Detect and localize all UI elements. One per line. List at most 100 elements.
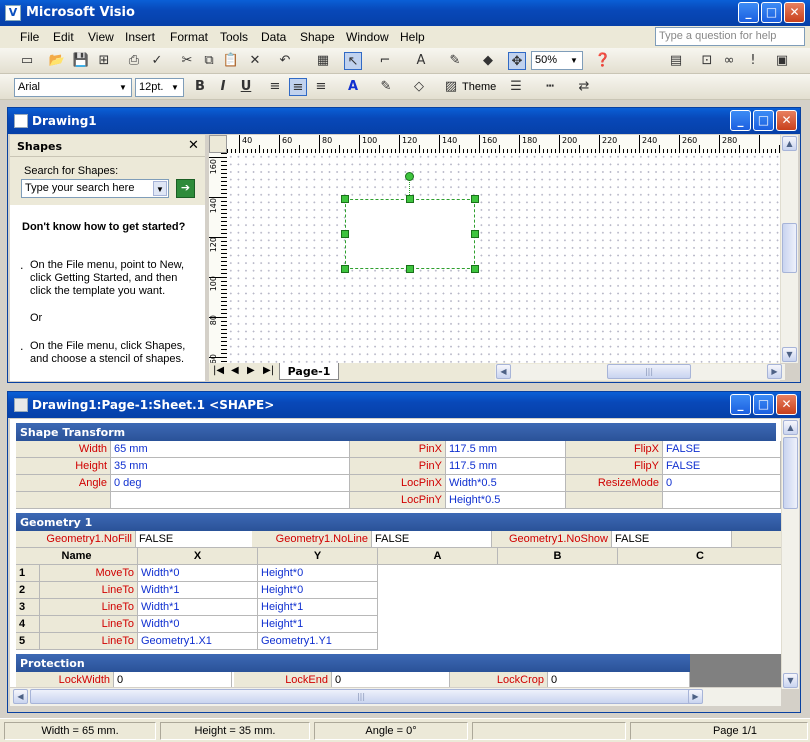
scroll-thumb[interactable] xyxy=(782,223,797,273)
cell-y[interactable]: Height*0 xyxy=(258,582,378,599)
cell-value[interactable]: FALSE xyxy=(663,441,781,458)
help-icon[interactable]: ❓ xyxy=(594,52,612,70)
selection-handle[interactable] xyxy=(406,195,414,203)
cell-value[interactable]: 35 mm xyxy=(111,458,350,475)
shape-data-icon[interactable]: ▣ xyxy=(773,52,791,70)
cell-value[interactable]: 0 xyxy=(663,475,781,492)
selection-handle[interactable] xyxy=(341,230,349,238)
new-icon[interactable]: ▭ xyxy=(18,52,36,70)
row-name[interactable]: MoveTo xyxy=(40,565,138,582)
line-tool-icon[interactable]: ✎ xyxy=(446,52,464,70)
next-page-icon[interactable]: ▶ xyxy=(247,365,255,376)
cut-icon[interactable]: ✂ xyxy=(178,52,196,70)
rotation-handle[interactable] xyxy=(405,172,414,181)
shapes-pane-close-icon[interactable]: ✕ xyxy=(188,138,199,153)
shapesheet-close-icon[interactable]: ✕ xyxy=(776,394,797,415)
selection-handle[interactable] xyxy=(471,265,479,273)
menu-insert[interactable]: Insert xyxy=(125,30,155,44)
cell-value[interactable] xyxy=(111,492,350,509)
pointer-tool-icon[interactable]: ↖ xyxy=(344,52,362,70)
cell-value[interactable]: 65 mm xyxy=(111,441,350,458)
cell-value[interactable]: Width*0.5 xyxy=(446,475,566,492)
scroll-right-icon[interactable]: ▶ xyxy=(767,364,782,379)
line-color-icon[interactable]: ✎ xyxy=(377,78,395,96)
section-geometry-1[interactable]: Geometry 1 xyxy=(16,513,781,531)
scroll-left-icon[interactable]: ◀ xyxy=(13,689,28,704)
scroll-thumb[interactable] xyxy=(783,437,798,509)
cell-value[interactable]: Height*0.5 xyxy=(446,492,566,509)
drawing-close-icon[interactable]: ✕ xyxy=(776,110,797,131)
selected-rectangle-shape[interactable] xyxy=(345,199,475,269)
menu-window[interactable]: Window xyxy=(346,30,389,44)
selection-handle[interactable] xyxy=(406,265,414,273)
minimize-icon[interactable]: _ xyxy=(738,2,759,23)
delete-icon[interactable]: ✕ xyxy=(246,52,264,70)
scroll-right-icon[interactable]: ▶ xyxy=(688,689,703,704)
link-icon[interactable]: ∞ xyxy=(720,52,738,70)
font-size-select[interactable]: 12pt. ▼ xyxy=(135,78,184,97)
shapesheet-hscroll[interactable]: ◀ ||| ▶ xyxy=(10,688,781,706)
align-center-icon[interactable]: ≡ xyxy=(289,78,307,96)
row-name[interactable]: LineTo xyxy=(40,599,138,616)
menu-data[interactable]: Data xyxy=(261,30,286,44)
row-name[interactable]: LineTo xyxy=(40,582,138,599)
paste-icon[interactable]: 📋 xyxy=(222,52,240,70)
row-name[interactable]: LineTo xyxy=(40,633,138,650)
selection-handle[interactable] xyxy=(471,195,479,203)
cell-value[interactable] xyxy=(663,492,781,509)
canvas-vscroll[interactable]: ▲ ▼ xyxy=(780,135,798,363)
bold-icon[interactable]: B xyxy=(191,78,209,96)
cell-y[interactable]: Height*1 xyxy=(258,616,378,633)
shapesheet-maximize-icon[interactable]: □ xyxy=(753,394,774,415)
scroll-left-icon[interactable]: ◀ xyxy=(496,364,511,379)
last-page-icon[interactable]: ▶| xyxy=(263,365,274,376)
prev-page-icon[interactable]: ◀ xyxy=(231,365,239,376)
scroll-down-icon[interactable]: ▼ xyxy=(783,673,798,688)
save-icon[interactable]: 💾 xyxy=(72,52,90,70)
align-right-icon[interactable]: ≡ xyxy=(312,78,330,96)
cell-value[interactable]: 0 xyxy=(548,672,690,687)
scroll-down-icon[interactable]: ▼ xyxy=(782,347,797,362)
selection-handle[interactable] xyxy=(471,230,479,238)
menu-shape[interactable]: Shape xyxy=(300,30,335,44)
task-pane-icon[interactable]: ▤ xyxy=(667,52,685,70)
selection-handle[interactable] xyxy=(341,195,349,203)
alert-icon[interactable]: ! xyxy=(744,52,762,70)
menu-help[interactable]: Help xyxy=(400,30,425,44)
font-color-icon[interactable]: A xyxy=(344,78,362,96)
cell-value[interactable]: 117.5 mm xyxy=(446,441,566,458)
line-pattern-icon[interactable]: ┅ xyxy=(541,78,559,96)
permission-icon[interactable]: ⊞ xyxy=(95,52,113,70)
selection-handle[interactable] xyxy=(341,265,349,273)
cell-value[interactable]: 0 xyxy=(332,672,450,687)
section-protection[interactable]: Protection xyxy=(16,654,690,672)
font-select[interactable]: Arial ▼ xyxy=(14,78,132,97)
fill-color-icon[interactable]: ◇ xyxy=(410,78,428,96)
cell-y[interactable]: Height*1 xyxy=(258,599,378,616)
zoom-select[interactable]: 50% ▼ xyxy=(531,51,583,70)
canvas-hscroll[interactable]: ◀ ||| ▶ xyxy=(495,364,785,380)
menu-format[interactable]: Format xyxy=(170,30,208,44)
visio-app-icon[interactable]: V xyxy=(5,5,21,21)
drawing-canvas[interactable] xyxy=(227,153,780,363)
theme-button[interactable]: Theme xyxy=(462,81,496,93)
section-shape-transform[interactable]: Shape Transform xyxy=(16,423,776,441)
connector-tool-icon[interactable]: ⌐ xyxy=(376,52,394,70)
fill-icon[interactable]: ◆ xyxy=(479,52,497,70)
row-name[interactable]: LineTo xyxy=(40,616,138,633)
cell-value[interactable]: 117.5 mm xyxy=(446,458,566,475)
help-search-input[interactable]: Type a question for help xyxy=(655,27,805,46)
copy-icon[interactable]: ⧉ xyxy=(200,52,218,70)
menu-tools[interactable]: Tools xyxy=(220,30,248,44)
cell-value[interactable]: FALSE xyxy=(612,531,732,548)
search-shapes-input[interactable]: Type your search here ▼ xyxy=(21,179,169,198)
underline-icon[interactable]: U xyxy=(237,78,255,96)
cell-x[interactable]: Width*1 xyxy=(138,582,258,599)
menu-edit[interactable]: Edit xyxy=(53,30,74,44)
cell-x[interactable]: Width*1 xyxy=(138,599,258,616)
cell-value[interactable]: 0 deg xyxy=(111,475,350,492)
shapesheet-vscroll[interactable]: ▲ ▼ xyxy=(781,419,799,689)
line-ends-icon[interactable]: ⇄ xyxy=(575,78,593,96)
maximize-icon[interactable]: □ xyxy=(761,2,782,23)
scroll-up-icon[interactable]: ▲ xyxy=(782,136,797,151)
